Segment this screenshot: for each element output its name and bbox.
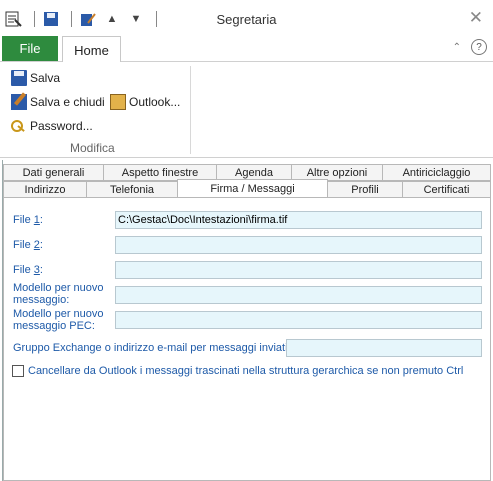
close-icon[interactable]: ✕	[469, 8, 483, 28]
home-tab[interactable]: Home	[62, 36, 121, 63]
save-button-label: Salva	[30, 71, 61, 85]
modello-pec-input[interactable]	[115, 311, 482, 329]
file3-input[interactable]	[115, 261, 482, 279]
gruppo-exchange-input[interactable]	[286, 339, 482, 357]
modello-pec-label: Modello per nuovo messaggio PEC:	[13, 308, 104, 332]
save-close-button[interactable]: Salva e chiudi	[11, 94, 105, 110]
help-icon[interactable]: ?	[471, 39, 487, 55]
tab-certificati[interactable]: Certificati	[402, 181, 491, 198]
floppy-icon	[11, 70, 27, 86]
modello-nuovo-input[interactable]	[115, 286, 482, 304]
title-bar: ▲ ▼ Segretaria ✕	[0, 0, 493, 38]
tab-indirizzo[interactable]: Indirizzo	[3, 181, 87, 198]
tab-antiriciclaggio[interactable]: Antiriciclaggio	[382, 164, 491, 181]
file-tab[interactable]: File	[2, 36, 58, 61]
tab-telefonia[interactable]: Telefonia	[86, 181, 178, 198]
save-button[interactable]: Salva	[11, 70, 60, 86]
tab-firma-messaggi[interactable]: Firma / Messaggi	[177, 179, 328, 198]
modello-nuovo-label: Modello per nuovo messaggio:	[13, 282, 104, 306]
gruppo-exchange-label: Gruppo Exchange o indirizzo e-mail per m…	[13, 342, 291, 354]
file2-label: File 2:	[13, 239, 43, 251]
tab-profili[interactable]: Profili	[327, 181, 403, 198]
ribbon-group-separator	[190, 66, 191, 154]
cancellare-checkbox[interactable]	[12, 365, 24, 377]
save-close-icon	[11, 94, 27, 110]
save-close-button-label: Salva e chiudi	[30, 95, 105, 109]
outlook-button[interactable]: Outlook...	[110, 94, 180, 110]
cancellare-checkbox-label: Cancellare da Outlook i messaggi trascin…	[28, 365, 464, 377]
password-button-label: Password...	[30, 119, 93, 133]
file1-input[interactable]	[115, 211, 482, 229]
key-icon	[11, 118, 27, 134]
file2-input[interactable]	[115, 236, 482, 254]
collapse-ribbon-icon[interactable]: ⌃	[453, 42, 461, 53]
password-button[interactable]: Password...	[11, 118, 93, 134]
file1-label: File 1:	[13, 214, 43, 226]
outlook-icon	[110, 94, 126, 110]
ribbon-controls: ⌃ ?	[453, 39, 487, 55]
tab-dati-generali[interactable]: Dati generali	[3, 164, 104, 181]
file3-label: File 3:	[13, 264, 43, 276]
ribbon-panel: Salva Salva e chiudi Outlook... Password…	[0, 62, 493, 158]
window-title: Segretaria	[216, 12, 277, 27]
outlook-button-label: Outlook...	[129, 95, 181, 109]
ribbon-group-label: Modifica	[70, 141, 115, 155]
ribbon-tab-row: File Home ⌃ ?	[0, 36, 493, 63]
